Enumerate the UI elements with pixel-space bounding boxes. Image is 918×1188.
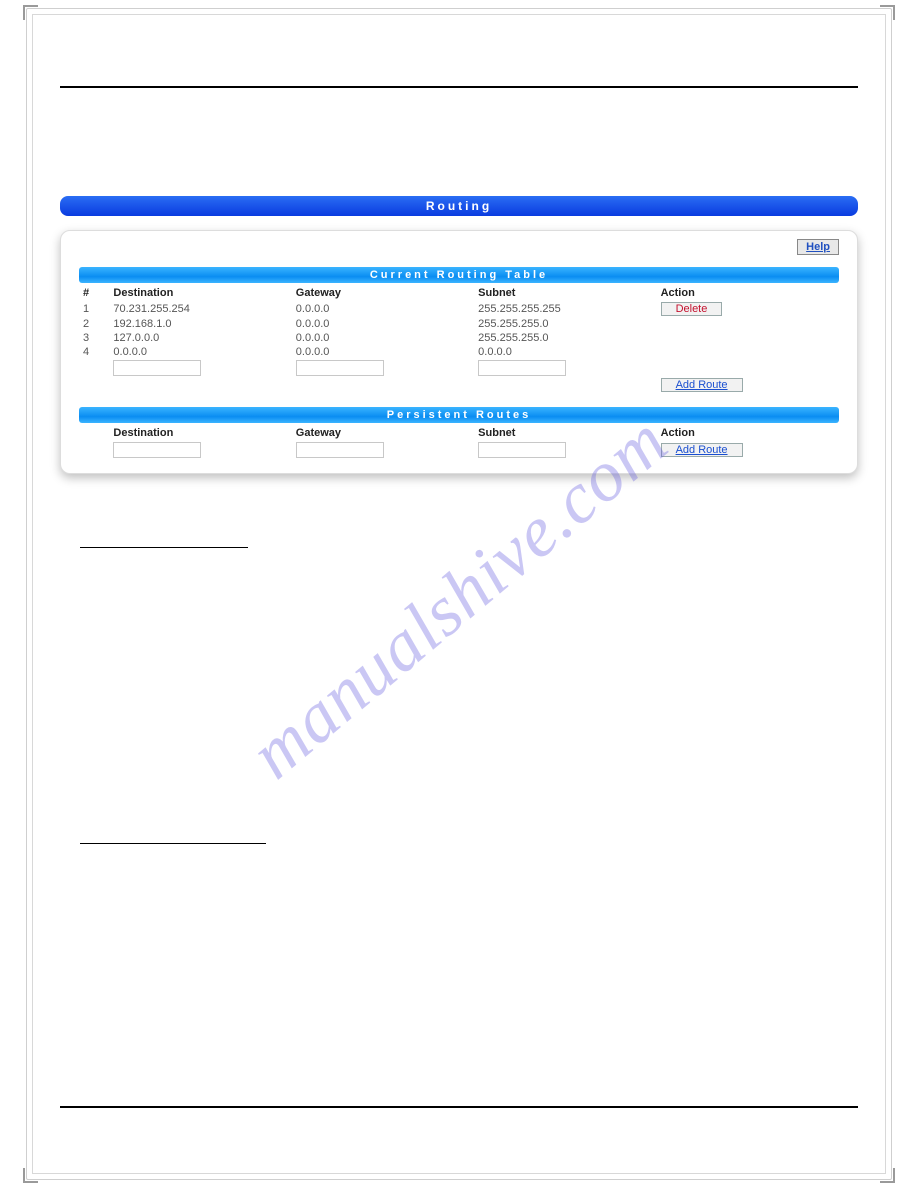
col-act-header: Action bbox=[657, 285, 839, 301]
cell-gw: 0.0.0.0 bbox=[292, 317, 474, 331]
current-routing-table: # Destination Gateway Subnet Action 1 70… bbox=[79, 285, 839, 393]
col-gw-header-p: Gateway bbox=[292, 425, 474, 441]
cell-gw: 0.0.0.0 bbox=[292, 345, 474, 359]
col-act-header-p: Action bbox=[657, 425, 839, 441]
cell-sub: 255.255.255.255 bbox=[474, 301, 656, 317]
delete-button[interactable]: Delete bbox=[661, 302, 723, 316]
persistent-routes-table: Destination Gateway Subnet Action Ad bbox=[79, 425, 839, 459]
col-dest-header-p: Destination bbox=[109, 425, 291, 441]
bottom-rule bbox=[60, 1106, 858, 1108]
col-sub-header: Subnet bbox=[474, 285, 656, 301]
table-row: 4 0.0.0.0 0.0.0.0 0.0.0.0 bbox=[79, 345, 839, 359]
col-num-header: # bbox=[79, 285, 109, 301]
persistent-routes-bar: Persistent Routes bbox=[79, 407, 839, 423]
table-row-inputs bbox=[79, 359, 839, 377]
cell-num: 2 bbox=[79, 317, 109, 331]
help-button[interactable]: Help bbox=[797, 239, 839, 255]
page-content: Routing Help Current Routing Table # Des… bbox=[60, 40, 858, 1148]
table-row: 1 70.231.255.254 0.0.0.0 255.255.255.255… bbox=[79, 301, 839, 317]
cell-num: 4 bbox=[79, 345, 109, 359]
corner-bracket-br-icon bbox=[878, 1166, 896, 1184]
table-row-add: Add Route bbox=[79, 377, 839, 393]
routing-title-bar: Routing bbox=[60, 196, 858, 216]
new-dest-input[interactable] bbox=[113, 360, 201, 376]
corner-bracket-tl-icon bbox=[22, 4, 40, 22]
corner-bracket-bl-icon bbox=[22, 1166, 40, 1184]
add-persistent-route-button[interactable]: Add Route bbox=[661, 443, 743, 457]
new-gw-input[interactable] bbox=[296, 360, 384, 376]
cell-dest: 127.0.0.0 bbox=[109, 331, 291, 345]
cell-sub: 255.255.255.0 bbox=[474, 317, 656, 331]
persist-subnet-input[interactable] bbox=[478, 442, 566, 458]
cell-num: 3 bbox=[79, 331, 109, 345]
corner-bracket-tr-icon bbox=[878, 4, 896, 22]
cell-dest: 192.168.1.0 bbox=[109, 317, 291, 331]
cell-num: 1 bbox=[79, 301, 109, 317]
table-row-inputs: Add Route bbox=[79, 441, 839, 459]
col-gw-header: Gateway bbox=[292, 285, 474, 301]
top-rule bbox=[60, 86, 858, 88]
persist-dest-input[interactable] bbox=[113, 442, 201, 458]
cell-sub: 0.0.0.0 bbox=[474, 345, 656, 359]
new-subnet-input[interactable] bbox=[478, 360, 566, 376]
routing-panel: Help Current Routing Table # Destination… bbox=[60, 230, 858, 474]
page-frame: Routing Help Current Routing Table # Des… bbox=[0, 0, 918, 1188]
section-underline-1 bbox=[80, 534, 248, 548]
cell-dest: 0.0.0.0 bbox=[109, 345, 291, 359]
cell-gw: 0.0.0.0 bbox=[292, 301, 474, 317]
col-dest-header: Destination bbox=[109, 285, 291, 301]
cell-dest: 70.231.255.254 bbox=[109, 301, 291, 317]
persist-gw-input[interactable] bbox=[296, 442, 384, 458]
router-config-figure: Routing Help Current Routing Table # Des… bbox=[60, 196, 858, 474]
table-row: 3 127.0.0.0 0.0.0.0 255.255.255.0 bbox=[79, 331, 839, 345]
table-row: 2 192.168.1.0 0.0.0.0 255.255.255.0 bbox=[79, 317, 839, 331]
col-sub-header-p: Subnet bbox=[474, 425, 656, 441]
current-routing-table-bar: Current Routing Table bbox=[79, 267, 839, 283]
cell-gw: 0.0.0.0 bbox=[292, 331, 474, 345]
section-underline-2 bbox=[80, 830, 266, 844]
cell-sub: 255.255.255.0 bbox=[474, 331, 656, 345]
add-route-button[interactable]: Add Route bbox=[661, 378, 743, 392]
